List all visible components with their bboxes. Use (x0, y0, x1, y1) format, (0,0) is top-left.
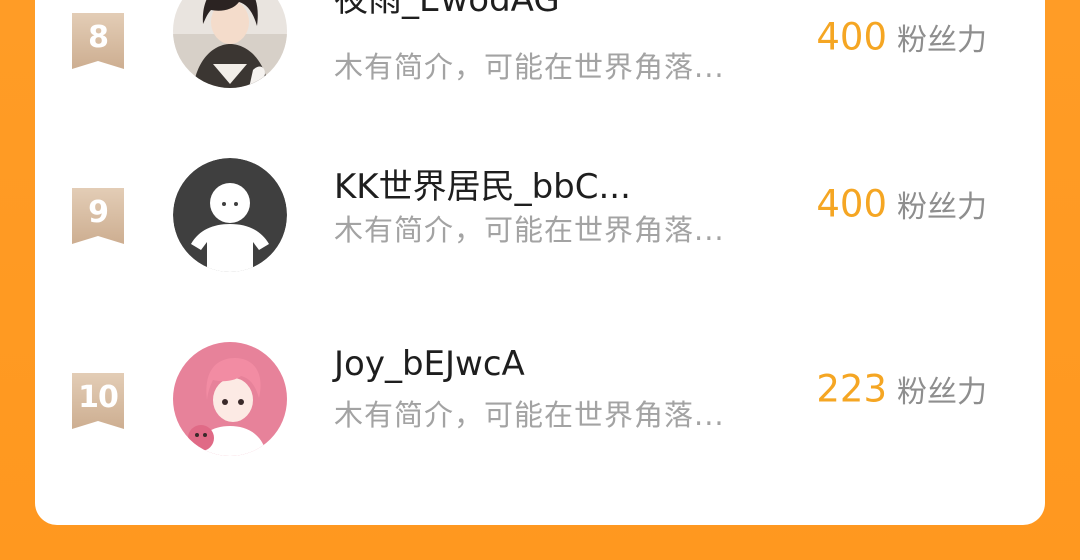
rank-number: 10 (78, 380, 119, 415)
user-name[interactable]: 夜雨_EwodAG (334, 0, 560, 21)
rank-badge: 8 (72, 13, 124, 69)
fans-count: 400 (816, 182, 887, 226)
user-bio: 木有简介，可能在世界角落... (334, 50, 725, 84)
fans-stat: 223 粉丝力 (816, 367, 987, 411)
rank-number: 8 (88, 20, 109, 55)
ranking-row[interactable]: 9 KK世界居民_bbC... 木有简介，可能在世界角落... 400 粉丝力 (35, 155, 1045, 305)
user-name[interactable]: Joy_bEJwcA (334, 344, 525, 384)
rank-number: 9 (88, 195, 109, 230)
fans-label: 粉丝力 (897, 375, 987, 410)
user-bio: 木有简介，可能在世界角落... (334, 213, 725, 247)
fans-stat: 400 粉丝力 (816, 182, 987, 226)
fans-stat: 400 粉丝力 (816, 15, 987, 59)
fans-label: 粉丝力 (897, 23, 987, 58)
user-name[interactable]: KK世界居民_bbC... (334, 159, 631, 208)
ranking-row[interactable]: 10 Joy_bEJwcA 木有简介，可能在世界角落... 223 粉丝力 (35, 340, 1045, 490)
rank-badge: 9 (72, 188, 124, 244)
ranking-card: 8 夜雨_EwodAG 木有简介，可能在世界角落... 400 粉丝力 9 KK… (35, 0, 1045, 525)
user-bio: 木有简介，可能在世界角落... (334, 398, 725, 432)
fans-label: 粉丝力 (897, 190, 987, 225)
avatar[interactable] (173, 0, 287, 88)
fans-count: 223 (816, 367, 887, 411)
default-person-avatar-icon (173, 158, 287, 272)
anime-portrait-avatar-icon (173, 0, 287, 88)
avatar[interactable] (173, 342, 287, 456)
pink-hair-anime-avatar-icon (173, 342, 287, 456)
avatar[interactable] (173, 158, 287, 272)
rank-badge: 10 (72, 373, 124, 429)
fans-count: 400 (816, 15, 887, 59)
page: 8 夜雨_EwodAG 木有简介，可能在世界角落... 400 粉丝力 9 KK… (0, 0, 1080, 560)
ranking-row[interactable]: 8 夜雨_EwodAG 木有简介，可能在世界角落... 400 粉丝力 (35, 0, 1045, 130)
